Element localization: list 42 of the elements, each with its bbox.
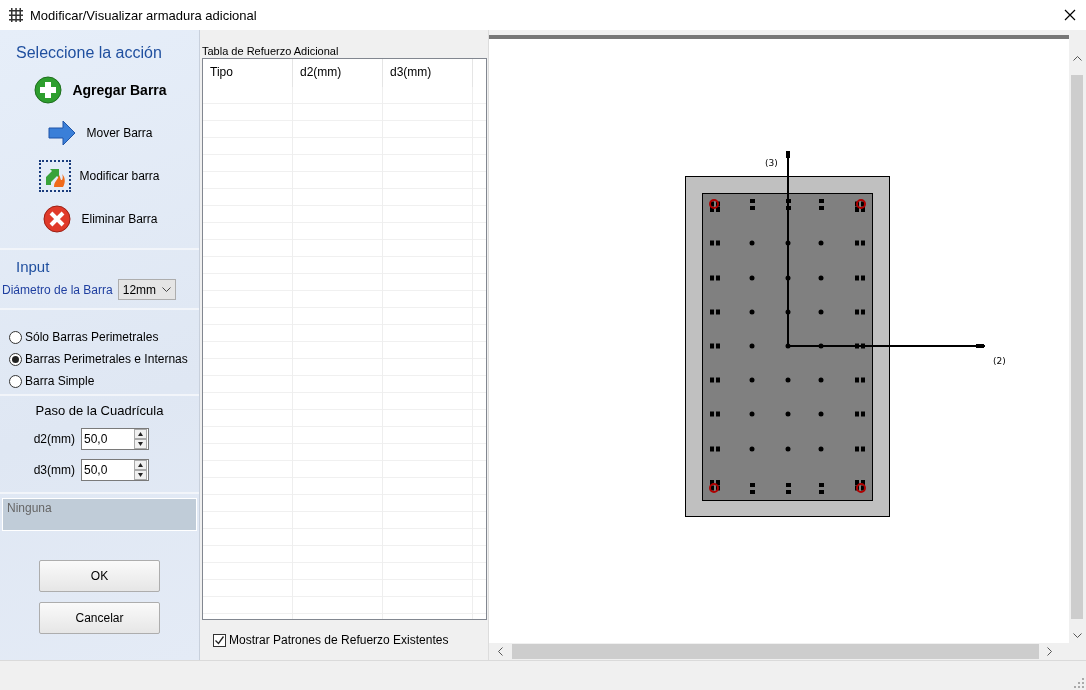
- radio-button[interactable]: [9, 374, 22, 388]
- radio-button[interactable]: [9, 330, 22, 344]
- radio-label: Barra Simple: [25, 374, 95, 388]
- chevron-down-icon: [161, 286, 171, 293]
- close-icon[interactable]: [1064, 9, 1076, 21]
- delete-icon: [43, 204, 72, 233]
- axis-label: (3): [765, 158, 778, 168]
- section-heading: Seleccione la acción: [15, 43, 163, 63]
- chevron-down-icon[interactable]: [1072, 633, 1082, 639]
- action-button[interactable]: Agregar Barra: [0, 68, 199, 111]
- arrow-right-icon: [48, 118, 77, 147]
- spin-arrows-icon: [132, 429, 148, 449]
- field-label: Diámetro de la Barra: [2, 282, 113, 297]
- chevron-left-icon[interactable]: [497, 647, 503, 656]
- radio-label: Sólo Barras Perimetrales: [25, 330, 159, 344]
- resize-grip-icon[interactable]: [1074, 678, 1084, 688]
- app-icon: [8, 7, 24, 23]
- column-header[interactable]: d3(mm): [383, 59, 473, 87]
- spin-arrows-icon: [132, 460, 148, 480]
- column-header[interactable]: d2(mm): [293, 59, 383, 87]
- field-label: d2(mm): [33, 432, 75, 446]
- section-heading: Input: [15, 257, 51, 277]
- checkbox[interactable]: [213, 633, 226, 647]
- field-label: d3(mm): [33, 463, 75, 477]
- section-heading: Paso de la Cuadrícula: [34, 402, 165, 420]
- checkbox-label: Mostrar Patrones de Refuerzo Existentes: [229, 633, 449, 647]
- action-button[interactable]: Modificar barra: [0, 154, 199, 197]
- axis-label: (2): [993, 356, 1006, 366]
- column-header[interactable]: Tipo: [203, 59, 293, 87]
- action-button[interactable]: Eliminar Barra: [0, 197, 199, 240]
- chevron-right-icon[interactable]: [1047, 647, 1053, 656]
- radio-button[interactable]: [9, 352, 22, 366]
- status-box: Ninguna: [2, 498, 197, 531]
- table-caption: Tabla de Refuerzo Adicional: [201, 44, 340, 58]
- window-title: Modificar/Visualizar armadura adicional: [30, 7, 258, 23]
- chevron-up-icon[interactable]: [1072, 55, 1082, 61]
- add-icon: [34, 75, 63, 104]
- diameter-dropdown[interactable]: 12mm: [117, 279, 176, 300]
- action-button[interactable]: Mover Barra: [0, 111, 199, 154]
- dialog-button[interactable]: OK: [39, 560, 160, 592]
- dialog-button[interactable]: Cancelar: [39, 602, 160, 634]
- radio-label: Barras Perimetrales e Internas: [25, 352, 188, 366]
